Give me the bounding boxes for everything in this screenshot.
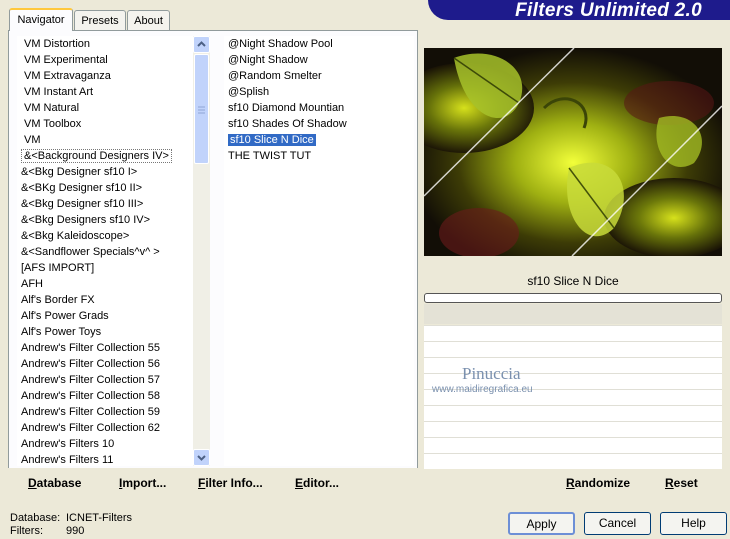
app-title: Filters Unlimited 2.0 — [515, 0, 702, 21]
filter-item[interactable]: @Splish — [224, 84, 414, 100]
category-item[interactable]: &<Bkg Kaleidoscope> — [17, 228, 193, 244]
category-item[interactable]: Andrew's Filters 10 — [17, 436, 193, 452]
database-value: ICNET-Filters — [66, 512, 132, 524]
category-item[interactable]: Andrew's Filter Collection 59 — [17, 404, 193, 420]
parameter-row — [424, 405, 722, 421]
watermark-url: www.maidiregrafica.eu — [432, 384, 533, 395]
database-button[interactable]: Database — [28, 476, 81, 490]
scroll-up-button[interactable] — [193, 36, 210, 53]
category-item[interactable]: VM Extravaganza — [17, 68, 193, 84]
filter-item[interactable]: sf10 Diamond Mountian — [224, 100, 414, 116]
category-list[interactable]: VM Distortion VM Experimental VM Extravaga… — [17, 36, 193, 466]
filter-list[interactable]: @Night Shadow Pool @Night Shadow @Random S… — [224, 36, 414, 466]
parameter-row — [424, 453, 722, 469]
category-item[interactable]: Andrew's Filter Collection 58 — [17, 388, 193, 404]
parameter-row — [424, 325, 722, 341]
filter-info-button[interactable]: Filter Info... — [198, 476, 263, 490]
reset-button[interactable]: Reset — [665, 476, 698, 490]
category-item[interactable]: Alf's Border FX — [17, 292, 193, 308]
category-item[interactable]: Andrew's Filters 11 — [17, 452, 193, 466]
progress-bar — [424, 293, 722, 303]
title-banner: Filters Unlimited 2.0 — [428, 0, 730, 21]
category-item[interactable]: VM Experimental — [17, 52, 193, 68]
parameter-row — [424, 437, 722, 453]
status-database: Database: ICNET-Filters — [10, 512, 132, 524]
category-scrollbar[interactable] — [193, 36, 210, 466]
watermark: Pinuccia — [462, 364, 521, 383]
category-item[interactable]: &<Background Designers IV> — [17, 148, 193, 164]
parameter-row — [424, 421, 722, 437]
database-label: Database: — [10, 512, 61, 524]
filters-value: 990 — [66, 525, 85, 537]
category-item[interactable]: Alf's Power Toys — [17, 324, 193, 340]
tab-navigator[interactable]: Navigator — [9, 8, 73, 31]
editor-button[interactable]: Editor... — [295, 476, 339, 490]
category-item[interactable]: &<Bkg Designers sf10 IV> — [17, 212, 193, 228]
chevron-down-icon — [197, 455, 206, 461]
randomize-button[interactable]: Randomize — [566, 476, 630, 490]
category-item[interactable]: &<BKg Designer sf10 II> — [17, 180, 193, 196]
filter-item[interactable]: sf10 Slice N Dice — [224, 132, 414, 148]
category-item[interactable]: VM Natural — [17, 100, 193, 116]
tab-presets[interactable]: Presets — [74, 10, 126, 30]
grip-icon — [198, 106, 205, 114]
filter-item[interactable]: THE TWIST TUT — [224, 148, 414, 164]
spacer — [424, 304, 722, 324]
filter-item[interactable]: @Night Shadow Pool — [224, 36, 414, 52]
category-item[interactable]: [AFS IMPORT] — [17, 260, 193, 276]
import-button[interactable]: Import... — [119, 476, 166, 490]
help-button[interactable]: Help — [660, 512, 727, 535]
category-item[interactable]: AFH — [17, 276, 193, 292]
scroll-down-button[interactable] — [193, 449, 210, 466]
preview-image — [424, 48, 722, 256]
filter-item[interactable]: @Night Shadow — [224, 52, 414, 68]
category-item[interactable]: &<Bkg Designer sf10 I> — [17, 164, 193, 180]
category-item[interactable]: VM — [17, 132, 193, 148]
category-item[interactable]: &<Sandflower Specials^v^ > — [17, 244, 193, 260]
cancel-button[interactable]: Cancel — [584, 512, 651, 535]
preview-filter-name: sf10 Slice N Dice — [424, 269, 722, 293]
selected-filter-label: sf10 Slice N Dice — [228, 134, 316, 146]
category-item[interactable]: Andrew's Filter Collection 62 — [17, 420, 193, 436]
category-item[interactable]: Andrew's Filter Collection 57 — [17, 372, 193, 388]
status-filters: Filters: 990 — [10, 525, 84, 537]
filter-item[interactable]: sf10 Shades Of Shadow — [224, 116, 414, 132]
category-item[interactable]: &<Bkg Designer sf10 III> — [17, 196, 193, 212]
chevron-up-icon — [197, 41, 206, 47]
category-item[interactable]: Andrew's Filter Collection 55 — [17, 340, 193, 356]
selected-category-label: &<Background Designers IV> — [21, 149, 172, 163]
apply-button[interactable]: Apply — [508, 512, 575, 535]
category-item[interactable]: Andrew's Filter Collection 56 — [17, 356, 193, 372]
category-item[interactable]: VM Instant Art — [17, 84, 193, 100]
filters-label: Filters: — [10, 525, 43, 537]
tab-about[interactable]: About — [127, 10, 170, 30]
category-item[interactable]: VM Distortion — [17, 36, 193, 52]
filter-item[interactable]: @Random Smelter — [224, 68, 414, 84]
category-item[interactable]: Alf's Power Grads — [17, 308, 193, 324]
scroll-thumb[interactable] — [194, 54, 209, 164]
category-item[interactable]: VM Toolbox — [17, 116, 193, 132]
parameter-row — [424, 341, 722, 357]
